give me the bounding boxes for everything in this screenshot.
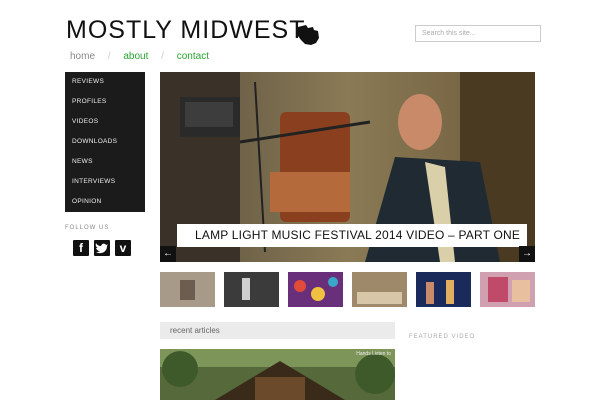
- site-title[interactable]: MOSTLY MIDWEST: [66, 16, 305, 45]
- nav-about[interactable]: about: [123, 51, 148, 62]
- sidebar-item-videos[interactable]: VIDEOS: [65, 112, 145, 132]
- thumbnail-1[interactable]: [160, 272, 215, 307]
- state-map-icon: [298, 25, 319, 45]
- hero-caption[interactable]: LAMP LIGHT MUSIC FESTIVAL 2014 VIDEO – P…: [177, 224, 527, 247]
- twitter-icon[interactable]: [94, 240, 110, 256]
- thumbnail-3[interactable]: [288, 272, 343, 307]
- sidebar-item-opinion[interactable]: OPINION: [65, 192, 145, 212]
- thumbnail-4[interactable]: [352, 272, 407, 307]
- facebook-icon[interactable]: f: [73, 240, 89, 256]
- thumbnail-5[interactable]: [416, 272, 471, 307]
- top-navigation: home / about / contact: [70, 51, 209, 62]
- follow-us-label: FOLLOW US: [65, 225, 110, 231]
- sidebar-item-interviews[interactable]: INTERVIEWS: [65, 172, 145, 192]
- hero-slideshow[interactable]: LAMP LIGHT MUSIC FESTIVAL 2014 VIDEO – P…: [160, 72, 535, 262]
- article-image[interactable]: Hands Listen to: [160, 349, 395, 400]
- sidebar-item-reviews[interactable]: REVIEWS: [65, 72, 145, 92]
- article-tag: Hands Listen to: [356, 351, 391, 357]
- sidebar-menu: REVIEWS PROFILES VIDEOS DOWNLOADS NEWS I…: [65, 72, 145, 212]
- nav-separator: /: [107, 51, 111, 62]
- search-input[interactable]: Search this site...: [415, 25, 541, 42]
- thumbnail-2[interactable]: [224, 272, 279, 307]
- recent-articles-heading: recent articles: [160, 322, 395, 339]
- sidebar-item-downloads[interactable]: DOWNLOADS: [65, 132, 145, 152]
- next-arrow-icon[interactable]: →: [519, 246, 535, 262]
- sidebar-item-news[interactable]: NEWS: [65, 152, 145, 172]
- nav-contact[interactable]: contact: [177, 51, 209, 62]
- sidebar-item-profiles[interactable]: PROFILES: [65, 92, 145, 112]
- featured-video-heading: FEATURED VIDEO: [409, 334, 476, 340]
- nav-separator: /: [161, 51, 164, 62]
- nav-home[interactable]: home: [70, 51, 95, 62]
- prev-arrow-icon[interactable]: ←: [160, 246, 176, 262]
- vimeo-icon[interactable]: v: [115, 240, 131, 256]
- thumbnail-6[interactable]: [480, 272, 535, 307]
